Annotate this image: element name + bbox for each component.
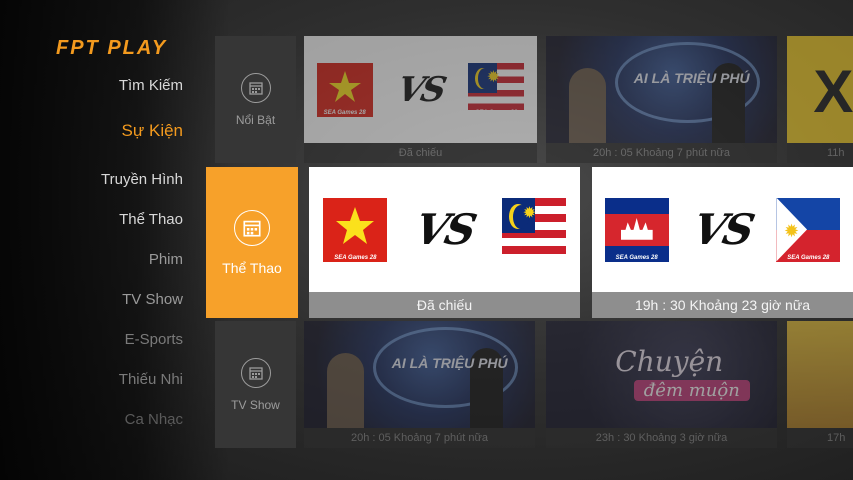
sidebar-item-esports[interactable]: E-Sports bbox=[125, 331, 183, 348]
show-title: AI LÀ TRIỆU PHÚ bbox=[391, 355, 508, 372]
show-subtitle: đêm muộn bbox=[633, 379, 750, 401]
show-thumbnail: AI LÀ TRIỆU PHÚ bbox=[546, 36, 777, 143]
event-card[interactable]: SEA Games 28 VS ✹ SEA Games 28 Đã chiếu bbox=[309, 167, 580, 318]
calendar-icon bbox=[240, 72, 271, 103]
show-card[interactable]: 17h bbox=[787, 321, 853, 448]
show-thumbnail: AI LÀ TRIỆU PHÚ bbox=[304, 321, 535, 428]
show-card[interactable]: X 11h bbox=[787, 36, 853, 163]
card-caption: 20h : 05 Khoảng 7 phút nữa bbox=[546, 143, 777, 163]
card-caption: 19h : 30 Khoảng 23 giờ nữa bbox=[592, 292, 853, 318]
show-card[interactable]: Chuyện đêm muộn 23h : 30 Khoảng 3 giờ nữ… bbox=[546, 321, 777, 448]
philippines-flag-icon: ✹ SEA Games 28 bbox=[776, 197, 841, 262]
card-caption: 20h : 05 Khoảng 7 phút nữa bbox=[304, 428, 535, 448]
card-caption: 23h : 30 Khoảng 3 giờ nữa bbox=[546, 428, 777, 448]
category-tile-featured[interactable]: Nổi Bật bbox=[215, 36, 296, 163]
sea-games-badge: SEA Games 28 bbox=[475, 109, 518, 116]
vs-label: VS bbox=[410, 205, 479, 254]
vietnam-flag-icon: SEA Games 28 bbox=[323, 197, 388, 262]
event-card[interactable]: SEA Games 28 VS ✹ SEA Games 28 19h : 30 … bbox=[592, 167, 853, 318]
card-caption: 17h bbox=[787, 428, 853, 448]
cambodia-flag-icon: SEA Games 28 bbox=[604, 197, 669, 262]
sidebar-item-tv[interactable]: Truyền Hình bbox=[101, 171, 183, 188]
show-thumbnail: Chuyện đêm muộn bbox=[546, 321, 777, 428]
sea-games-badge: SEA Games 28 bbox=[323, 109, 366, 116]
sidebar-item-music[interactable]: Ca Nhạc bbox=[125, 411, 183, 428]
sea-games-badge: SEA Games 28 bbox=[512, 254, 555, 261]
match-thumbnail: SEA Games 28 VS ✹ SEA Games 28 bbox=[592, 167, 853, 292]
fpt-play-logo: FPT PLAY bbox=[56, 36, 182, 60]
show-title: AI LÀ TRIỆU PHÚ bbox=[633, 70, 750, 87]
vs-label: VS bbox=[393, 69, 448, 110]
card-caption: Đã chiếu bbox=[304, 143, 537, 163]
show-title: Chuyện bbox=[615, 344, 724, 378]
sidebar-item-search[interactable]: Tìm Kiếm bbox=[119, 77, 183, 94]
vietnam-flag-icon: SEA Games 28 bbox=[316, 62, 373, 117]
show-thumbnail: X bbox=[787, 36, 853, 143]
calendar-icon bbox=[240, 357, 271, 388]
calendar-icon bbox=[234, 209, 270, 246]
match-thumbnail: SEA Games 28 VS ✹ SEA Games 28 bbox=[309, 167, 580, 292]
category-label: Nổi Bật bbox=[235, 112, 276, 127]
show-card[interactable]: AI LÀ TRIỆU PHÚ 20h : 05 Khoảng 7 phút n… bbox=[546, 36, 777, 163]
sidebar-item-events[interactable]: Sự Kiện bbox=[122, 121, 183, 141]
category-label: TV Show bbox=[231, 397, 280, 412]
category-label: Thể Thao bbox=[222, 259, 282, 276]
category-tile-tvshow[interactable]: TV Show bbox=[215, 321, 296, 448]
sidebar-item-kids[interactable]: Thiếu Nhi bbox=[119, 371, 183, 388]
event-card[interactable]: SEA Games 28 VS ✹ SEA Games 28 Đã chiếu bbox=[304, 36, 537, 163]
sidebar-item-movies[interactable]: Phim bbox=[149, 251, 183, 268]
show-thumbnail bbox=[787, 321, 853, 428]
sidebar-background bbox=[0, 0, 230, 480]
sea-games-badge: SEA Games 28 bbox=[334, 254, 377, 261]
card-caption: 11h bbox=[787, 143, 853, 163]
show-card[interactable]: AI LÀ TRIỆU PHÚ 20h : 05 Khoảng 7 phút n… bbox=[304, 321, 535, 448]
sea-games-badge: SEA Games 28 bbox=[615, 254, 658, 261]
logo-text: FPT PLAY bbox=[56, 36, 168, 59]
sea-games-badge: SEA Games 28 bbox=[787, 254, 830, 261]
match-thumbnail: SEA Games 28 VS ✹ SEA Games 28 bbox=[304, 36, 537, 143]
sidebar-item-sports[interactable]: Thể Thao bbox=[119, 211, 183, 228]
malaysia-flag-icon: ✹ SEA Games 28 bbox=[501, 197, 566, 262]
vs-label: VS bbox=[688, 205, 757, 254]
sidebar-item-tvshow[interactable]: TV Show bbox=[122, 291, 183, 308]
malaysia-flag-icon: ✹ SEA Games 28 bbox=[468, 62, 525, 117]
card-caption: Đã chiếu bbox=[309, 292, 580, 318]
category-tile-sports[interactable]: Thể Thao bbox=[206, 167, 298, 318]
